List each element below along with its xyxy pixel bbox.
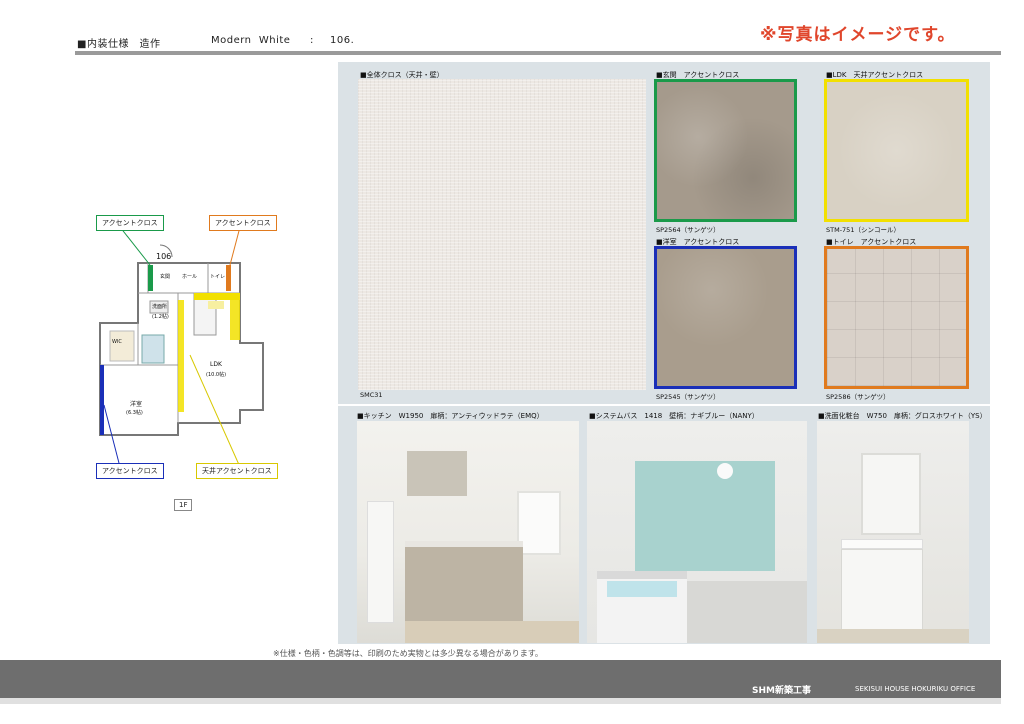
- floor-label: 1F: [174, 499, 193, 511]
- footer-line: [0, 698, 1001, 704]
- callout-ceiling-accent: 天井アクセントクロス: [196, 463, 278, 479]
- footer-bar: [0, 660, 1001, 700]
- kitchen-door: [367, 501, 394, 623]
- company-name-en: SEKISUI HOUSE HOKURIKU OFFICE: [855, 685, 976, 693]
- ldk-cloth-swatch: [824, 79, 969, 222]
- room-hall-label: ホール: [182, 274, 198, 280]
- western-cloth-code: SP2545（サンゲツ）: [656, 393, 720, 401]
- bath-accent-wall: [635, 461, 775, 571]
- vanity-floor: [817, 629, 969, 643]
- callout-toilet-accent: アクセントクロス: [209, 215, 277, 231]
- room-wash-size: (1.2帖): [152, 314, 169, 320]
- room-number: 106.: [330, 35, 355, 46]
- bath-photo: [587, 421, 807, 643]
- disclaimer: ※仕様・色柄・色調等は、印刷のため実物とは多少異なる場合があります。: [273, 649, 543, 658]
- room-toilet-label: トイレ: [210, 274, 226, 280]
- bath-floor: [687, 581, 807, 643]
- room-ldk-size: (10.0帖): [206, 372, 227, 378]
- kitchen-window: [517, 491, 561, 555]
- room-wash-label: 洗面所: [152, 304, 168, 310]
- vanity-basin: [841, 539, 923, 549]
- room-wic-label: WIC: [112, 339, 122, 345]
- vanity-cabinet: [841, 549, 923, 631]
- image-note: ※写真はイメージです。: [760, 25, 956, 45]
- entry-cloth-swatch: [654, 79, 797, 222]
- entry-cloth-code: SP2564（サンゲツ）: [656, 226, 720, 234]
- vanity-photo: [817, 421, 969, 643]
- ldk-cloth-code: STM-751（シンコール）: [826, 226, 900, 234]
- vanity-label: ■洗面化粧台 W750 扉柄：グロスホワイト（YS）: [818, 412, 987, 420]
- main-cloth-code: SMC31: [360, 391, 383, 399]
- kitchen-label: ■キッチン W1950 扉柄：アンティウッドラテ（EMQ）: [357, 412, 544, 420]
- unit-label: 106: [156, 252, 172, 261]
- callout-bedroom-accent: アクセントクロス: [96, 463, 164, 479]
- theme-separator: :: [310, 35, 314, 46]
- room-ldk-label: LDK: [210, 361, 222, 368]
- spec-title: ■内装仕様 造作: [77, 39, 161, 50]
- theme-name: Modern White: [211, 35, 291, 46]
- callout-entry-accent: アクセントクロス: [96, 215, 164, 231]
- bath-water: [607, 581, 677, 597]
- company-name-jp: SHM新築工事: [752, 686, 811, 696]
- kitchen-hood: [407, 451, 467, 496]
- vanity-mirror: [861, 453, 921, 535]
- toilet-cloth-swatch: [824, 246, 969, 389]
- kitchen-floor: [405, 621, 579, 643]
- kitchen-counter: [405, 541, 523, 627]
- main-cloth-swatch: [358, 79, 646, 390]
- room-western-label: 洋室: [130, 401, 143, 408]
- room-entry-label: 玄関: [160, 274, 171, 280]
- kitchen-photo: [357, 421, 579, 643]
- western-cloth-swatch: [654, 246, 797, 389]
- room-western-size: (6.3帖): [126, 410, 143, 416]
- header-rule: [75, 51, 1001, 55]
- bath-light: [717, 463, 733, 479]
- toilet-cloth-code: SP2586（サンゲツ）: [826, 393, 890, 401]
- bath-label: ■システムバス 1418 壁柄：ナギブルー（NANY）: [589, 412, 759, 420]
- floor-plan: アクセントクロス アクセントクロス アクセントクロス 天井アクセントクロス 10…: [90, 205, 330, 525]
- panel-divider: [338, 404, 990, 406]
